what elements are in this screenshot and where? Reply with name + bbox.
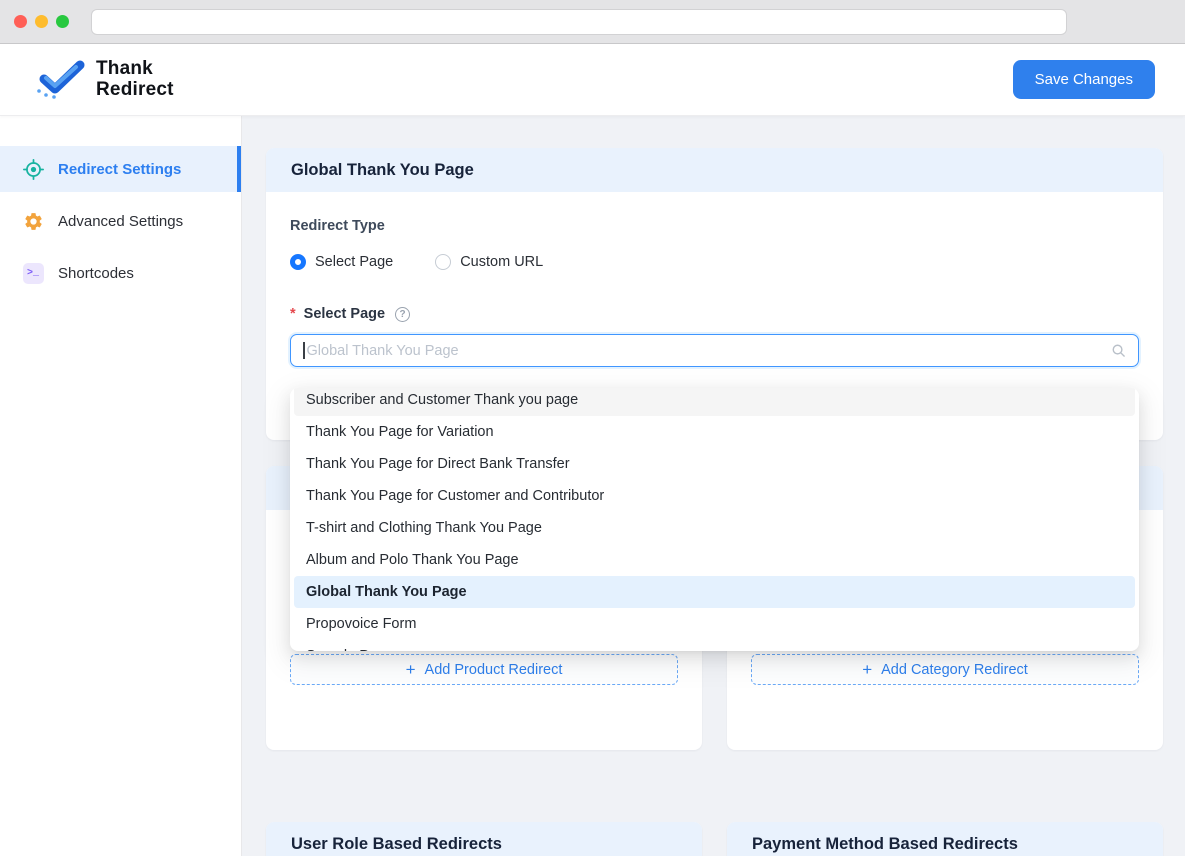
brand: Thank Redirect: [30, 58, 174, 102]
required-mark: *: [290, 306, 296, 322]
app-logo-icon: [30, 58, 88, 102]
address-bar[interactable]: [91, 9, 1067, 35]
minimize-window-button[interactable]: [35, 15, 48, 28]
browser-chrome: [0, 0, 1185, 44]
sidebar-item-redirect-settings[interactable]: Redirect Settings: [0, 146, 241, 192]
dropdown-option[interactable]: T-shirt and Clothing Thank You Page: [294, 512, 1135, 544]
search-icon: [1111, 343, 1126, 358]
dropdown-option[interactable]: Thank You Page for Variation: [294, 416, 1135, 448]
redirect-type-label: Redirect Type: [290, 218, 1139, 234]
plus-icon: +: [862, 661, 872, 678]
page-select-dropdown: Subscriber and Customer Thank you page T…: [290, 388, 1139, 651]
sidebar: Redirect Settings Advanced Settings >_ S…: [0, 116, 242, 856]
select-placeholder: Global Thank You Page: [307, 343, 459, 359]
sidebar-item-label: Shortcodes: [58, 265, 134, 282]
add-product-redirect-label: Add Product Redirect: [425, 662, 563, 678]
maximize-window-button[interactable]: [56, 15, 69, 28]
bottom-row: User Role Based Redirects Payment Method…: [266, 822, 1163, 856]
plus-icon: +: [406, 661, 416, 678]
user-role-card-header: User Role Based Redirects: [266, 822, 702, 856]
radio-custom-url[interactable]: Custom URL: [435, 254, 543, 270]
payment-method-redirects-card: Payment Method Based Redirects: [727, 822, 1163, 856]
dropdown-option[interactable]: Thank You Page for Direct Bank Transfer: [294, 448, 1135, 480]
sidebar-item-advanced-settings[interactable]: Advanced Settings: [0, 198, 241, 244]
global-card-header: Global Thank You Page: [266, 148, 1163, 192]
radio-custom-url-control[interactable]: [435, 254, 451, 270]
dropdown-option[interactable]: Thank You Page for Customer and Contribu…: [294, 480, 1135, 512]
radio-custom-url-label: Custom URL: [460, 254, 543, 270]
add-category-redirect-label: Add Category Redirect: [881, 662, 1028, 678]
dropdown-option[interactable]: Subscriber and Customer Thank you page: [294, 388, 1135, 416]
sidebar-item-shortcodes[interactable]: >_ Shortcodes: [0, 250, 241, 296]
gear-icon: [22, 210, 44, 232]
payment-card-header: Payment Method Based Redirects: [727, 822, 1163, 856]
user-role-redirects-card: User Role Based Redirects: [266, 822, 702, 856]
dropdown-option[interactable]: Propovoice Form: [294, 608, 1135, 640]
select-page-label: Select Page: [304, 306, 385, 322]
dropdown-option-selected[interactable]: Global Thank You Page: [294, 576, 1135, 608]
radio-select-page-control[interactable]: [290, 254, 306, 270]
page-select-input[interactable]: Global Thank You Page: [290, 334, 1139, 367]
window-controls: [14, 15, 69, 28]
dropdown-option-list: Subscriber and Customer Thank you page T…: [294, 388, 1135, 651]
user-role-card-title: User Role Based Redirects: [291, 835, 502, 854]
save-changes-button[interactable]: Save Changes: [1013, 60, 1155, 99]
main-content: Global Thank You Page Redirect Type Sele…: [242, 116, 1185, 856]
redirect-type-radio-group: Select Page Custom URL: [290, 254, 1139, 270]
shortcode-icon: >_: [22, 262, 44, 284]
radio-select-page-label: Select Page: [315, 254, 393, 270]
text-caret: [303, 342, 305, 359]
sidebar-item-label: Advanced Settings: [58, 213, 183, 230]
close-window-button[interactable]: [14, 15, 27, 28]
dropdown-option[interactable]: Album and Polo Thank You Page: [294, 544, 1135, 576]
global-card-title: Global Thank You Page: [291, 161, 474, 180]
dropdown-option[interactable]: Sample Page: [294, 640, 1135, 651]
add-category-redirect-button[interactable]: + Add Category Redirect: [751, 654, 1139, 685]
select-page-label-row: * Select Page ?: [290, 306, 1139, 322]
add-product-redirect-button[interactable]: + Add Product Redirect: [290, 654, 678, 685]
brand-name: Thank Redirect: [96, 59, 174, 100]
app-window: Thank Redirect Save Changes: [0, 0, 1185, 856]
help-icon[interactable]: ?: [395, 307, 410, 322]
payment-card-title: Payment Method Based Redirects: [752, 835, 1018, 854]
target-icon: [22, 158, 44, 180]
radio-select-page[interactable]: Select Page: [290, 254, 393, 270]
app-header: Thank Redirect Save Changes: [0, 44, 1185, 116]
sidebar-item-label: Redirect Settings: [58, 161, 181, 178]
